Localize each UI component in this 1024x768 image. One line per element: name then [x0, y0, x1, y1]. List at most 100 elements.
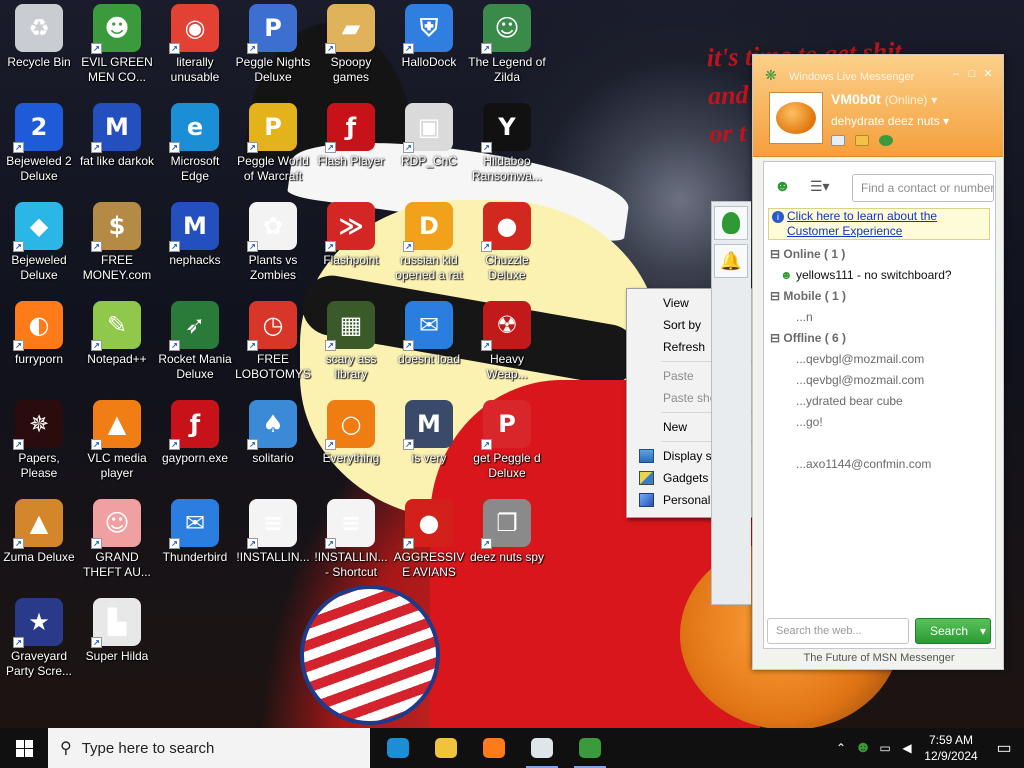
desktop-icon[interactable]: Y ↗ Hildaboo Ransomwa...	[468, 99, 546, 198]
find-contact-input[interactable]: Find a contact or number...	[852, 174, 994, 202]
desktop-icon[interactable]: P ↗ Peggle Nights Deluxe	[234, 0, 312, 99]
clock[interactable]: 7:59 AM 12/9/2024	[918, 732, 984, 764]
add-contact-icon[interactable]: ☻	[774, 178, 791, 196]
mail-icon[interactable]	[831, 135, 845, 146]
desktop[interactable]: it's time to get shit and or t ♻Recycle …	[0, 0, 1024, 728]
contact-item[interactable]: ...go!	[770, 412, 992, 433]
peggle-icon: P ↗	[247, 4, 297, 54]
desktop-icon[interactable]: P ↗ Peggle World of Warcraft	[234, 99, 312, 198]
status-text[interactable]: (Online)	[885, 93, 928, 107]
desktop-icon[interactable]: ✿ ↗ Plants vs Zombies	[234, 198, 312, 297]
desktop-icon[interactable]: ➶ ↗ Rocket Mania Deluxe	[156, 297, 234, 396]
contact-item[interactable]: ☻ yellows111 - no switchboard?	[770, 265, 992, 286]
desktop-icon[interactable]: e ↗ Microsoft Edge	[156, 99, 234, 198]
list-options-icon[interactable]: ☰▾	[810, 178, 830, 195]
desktop-icon[interactable]: D ↗ russian kid opened a rat	[390, 198, 468, 297]
desktop-icon[interactable]: P ↗ get Peggle d Deluxe	[468, 396, 546, 495]
desktop-icon[interactable]: ▙ ↗ Super Hilda	[78, 594, 156, 693]
desktop-icon[interactable]: ◉ ↗ literally unusable	[156, 0, 234, 99]
volume-icon[interactable]: ◀	[896, 741, 918, 755]
desktop-icon[interactable]: ▣ ↗ RDP_CnC	[390, 99, 468, 198]
document-icon-glyph: ≡	[262, 509, 284, 537]
taskbar-app-button[interactable]	[374, 728, 422, 768]
desktop-icon[interactable]: ✎ ↗ Notepad++	[78, 297, 156, 396]
contact-group-header[interactable]: ⊟ Mobile ( 1 )	[770, 286, 992, 307]
msn-tray-icon[interactable]: ☻	[852, 739, 874, 757]
thunderbird-icon: ✉ ↗	[403, 301, 453, 351]
taskbar-app-button[interactable]	[422, 728, 470, 768]
windows-shield-icon: ⛨ ↗	[403, 4, 453, 54]
display-name[interactable]: VM0b0t (Online) ▾	[831, 91, 937, 107]
maximize-icon[interactable]: □	[965, 67, 979, 81]
desktop-icon[interactable]: M ↗ is very	[390, 396, 468, 495]
desktop-icon[interactable]: ✉ ↗ Thunderbird	[156, 495, 234, 594]
desktop-icon[interactable]: 2 ↗ Bejeweled 2 Deluxe	[0, 99, 78, 198]
desktop-icon[interactable]: ● ↗ AGGRESSIVE AVIANS	[390, 495, 468, 594]
desktop-icon[interactable]: ▰ ↗ Spoopy games	[312, 0, 390, 99]
contact-item[interactable]: ...n	[770, 307, 992, 328]
show-hidden-icons-icon[interactable]: ⌃	[830, 741, 852, 755]
desktop-icon[interactable]: ● ↗ Chuzzle Deluxe	[468, 198, 546, 297]
desktop-icon[interactable]: ♠ ↗ solitario	[234, 396, 312, 495]
desktop-icon-label: Bejeweled Deluxe	[11, 253, 67, 282]
web-search-input[interactable]: Search the web...	[767, 618, 909, 644]
desktop-icon[interactable]: ☺ ↗ The Legend of Zilda	[468, 0, 546, 99]
shortcut-arrow-icon: ↗	[247, 538, 258, 549]
desktop-icon[interactable]: ☺ ↗ GRAND THEFT AU...	[78, 495, 156, 594]
taskbar-app-button[interactable]	[518, 728, 566, 768]
contact-group-header[interactable]: ⊟ Online ( 1 )	[770, 244, 992, 265]
contact-item[interactable]: ...qevbgl@mozmail.com	[770, 349, 992, 370]
desktop-icon[interactable]: ▲ ↗ Zuma Deluxe	[0, 495, 78, 594]
desktop-icon[interactable]: ☢ ↗ Heavy Weap...	[468, 297, 546, 396]
shortcut-arrow-icon: ↗	[247, 241, 258, 252]
recycle-bin-icon: ♻	[15, 4, 63, 52]
menu-item-label: Paste	[663, 369, 694, 383]
contacts-tab[interactable]	[714, 206, 748, 240]
taskbar-app-button[interactable]	[566, 728, 614, 768]
desktop-icon[interactable]: ≫ ↗ Flashpoint	[312, 198, 390, 297]
avatar[interactable]	[769, 92, 823, 144]
msn-buddies-icon: ☻ ↗	[91, 4, 141, 54]
close-icon[interactable]: ✕	[981, 67, 995, 81]
windows-stack-icon: ❐ ↗	[481, 499, 531, 549]
alerts-tab[interactable]: 🔔	[714, 244, 748, 278]
desktop-icon[interactable]: ◐ ↗ furryporn	[0, 297, 78, 396]
desktop-icon[interactable]: ◆ ↗ Bejeweled Deluxe	[0, 198, 78, 297]
notification-center-icon[interactable]: ▭	[984, 738, 1024, 758]
taskbar-search-box[interactable]: ⚲ Type here to search	[48, 728, 370, 768]
desktop-icon[interactable]: ƒ ↗ Flash Player	[312, 99, 390, 198]
desktop-icon[interactable]: ✵ ↗ Papers, Please	[0, 396, 78, 495]
desktop-icon[interactable]: ▲ ↗ VLC media player	[78, 396, 156, 495]
network-icon[interactable]: ▭	[874, 741, 896, 755]
contact-item[interactable]: ...qevbgl@mozmail.com	[770, 370, 992, 391]
desktop-icon[interactable]: M ↗ fat like darkok	[78, 99, 156, 198]
desktop-icon[interactable]: ♻ Recycle Bin	[0, 0, 78, 99]
desktop-icon[interactable]: ✉ ↗ doesnt load	[390, 297, 468, 396]
desktop-icon[interactable]: ⛨ ↗ HalloDock	[390, 0, 468, 99]
personal-message[interactable]: dehydrate deez nuts ▾	[831, 114, 949, 128]
desktop-icon[interactable]: ƒ ↗ gayporn.exe	[156, 396, 234, 495]
folder-icon[interactable]	[855, 135, 869, 146]
contact-group-header[interactable]: ⊟ Offline ( 6 )	[770, 328, 992, 349]
desktop-icon[interactable]: ○ ↗ Everything	[312, 396, 390, 495]
desktop-icon[interactable]: ❐ ↗ deez nuts spy	[468, 495, 546, 594]
start-button[interactable]	[0, 728, 48, 768]
minimize-icon[interactable]: –	[949, 67, 963, 81]
contact-item[interactable]: ...ydrated bear cube	[770, 391, 992, 412]
desktop-icon[interactable]: ≡ ↗ !INSTALLIN... - Shortcut	[312, 495, 390, 594]
desktop-icon[interactable]: ◷ ↗ FREE LOBOTOMYS	[234, 297, 312, 396]
web-search-button[interactable]: Search ▾	[915, 618, 991, 644]
desktop-icon[interactable]: ≡ ↗ !INSTALLIN...	[234, 495, 312, 594]
desktop-icon[interactable]: M ↗ nephacks	[156, 198, 234, 297]
desktop-icon[interactable]: ★ ↗ Graveyard Party Scre...	[0, 594, 78, 693]
desktop-icon[interactable]: ▦ ↗ scary ass library	[312, 297, 390, 396]
desktop-icon[interactable]: ☻ ↗ EVIL GREEN MEN CO...	[78, 0, 156, 99]
customer-experience-link[interactable]: Click here to learn about the Customer E…	[787, 209, 937, 238]
shortcut-arrow-icon: ↗	[481, 43, 492, 54]
taskbar-app-button[interactable]	[470, 728, 518, 768]
msn-butterfly-icon[interactable]	[879, 135, 893, 146]
desktop-icon[interactable]: $ ↗ FREE MONEY.com	[78, 198, 156, 297]
contact-item[interactable]: ...axo1144@confmin.com	[770, 454, 992, 475]
contact-item[interactable]	[770, 433, 992, 454]
chevron-down-icon[interactable]: ▾	[931, 93, 937, 107]
